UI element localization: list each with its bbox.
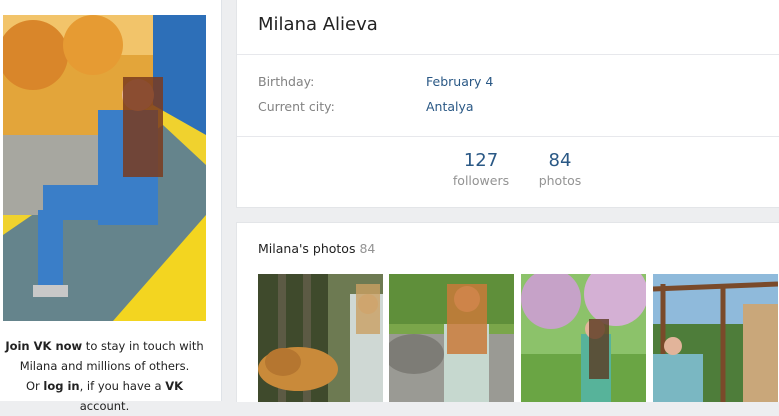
page-title: Milana Alieva [258,14,378,35]
profile-photo[interactable] [3,15,206,321]
photo-thumbnail[interactable] [389,274,514,402]
birthday-label: Birthday: [258,74,315,89]
photos-header-count: 84 [359,241,376,256]
followers-count: 127 [463,150,499,171]
join-prompt: Join VK now to stay in touch with Milana… [5,339,204,413]
profile-info-card: Milana Alieva Birthday: February 4 Curre… [236,0,779,208]
photo-thumbnail[interactable] [653,274,778,402]
divider [237,54,779,55]
followers-counter[interactable]: 127 followers [441,150,521,188]
photo-thumbnail[interactable] [521,274,646,402]
photos-section: Milana's photos 84 [236,222,779,402]
birthday-value[interactable]: February 4 [426,74,493,89]
followers-label: followers [452,173,510,188]
join-now-link[interactable]: Join VK now [5,339,82,353]
photos-count: 84 [548,150,572,171]
city-value[interactable]: Antalya [426,99,474,114]
left-column: Join VK now to stay in touch with Milana… [0,0,222,413]
photos-label: photos [538,173,582,188]
photos-header[interactable]: Milana's photos 84 [258,241,375,256]
city-label: Current city: [258,99,335,114]
log-in-link[interactable]: log in [43,379,79,393]
photos-title: Milana's photos [258,241,356,256]
photos-counter[interactable]: 84 photos [520,150,600,188]
photo-thumbnail[interactable] [258,274,383,402]
divider [237,136,779,137]
